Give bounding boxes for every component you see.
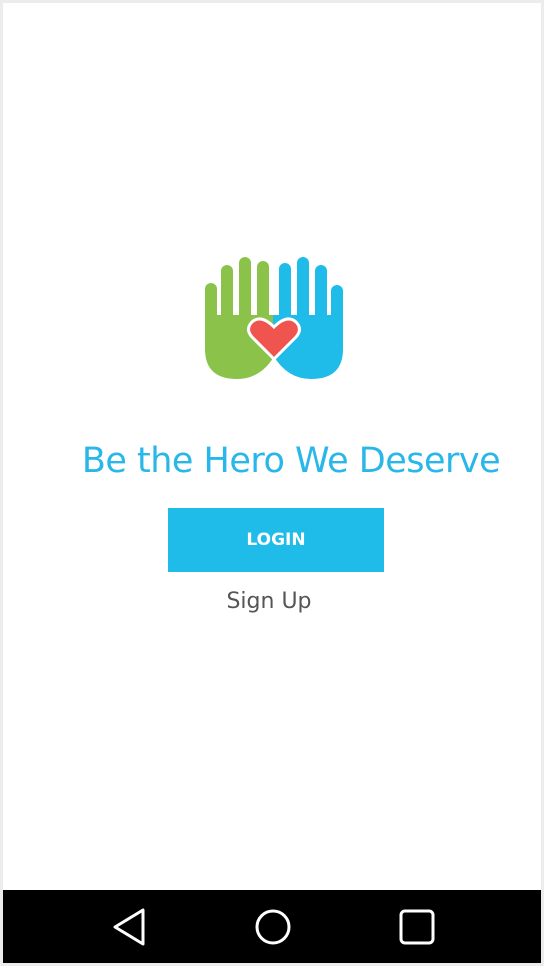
back-triangle-icon[interactable] xyxy=(107,902,157,952)
app-tagline: Be the Hero We Deserve xyxy=(81,441,501,481)
recents-square-icon[interactable] xyxy=(392,902,442,952)
home-circle-icon[interactable] xyxy=(248,902,298,952)
login-button[interactable]: LOGIN xyxy=(168,508,384,572)
sign-up-link[interactable]: Sign Up xyxy=(169,589,369,614)
hands-heart-logo-icon xyxy=(205,257,343,379)
app-screen: Be the Hero We Deserve LOGIN Sign Up xyxy=(3,3,541,963)
system-navigation-bar xyxy=(3,890,541,963)
